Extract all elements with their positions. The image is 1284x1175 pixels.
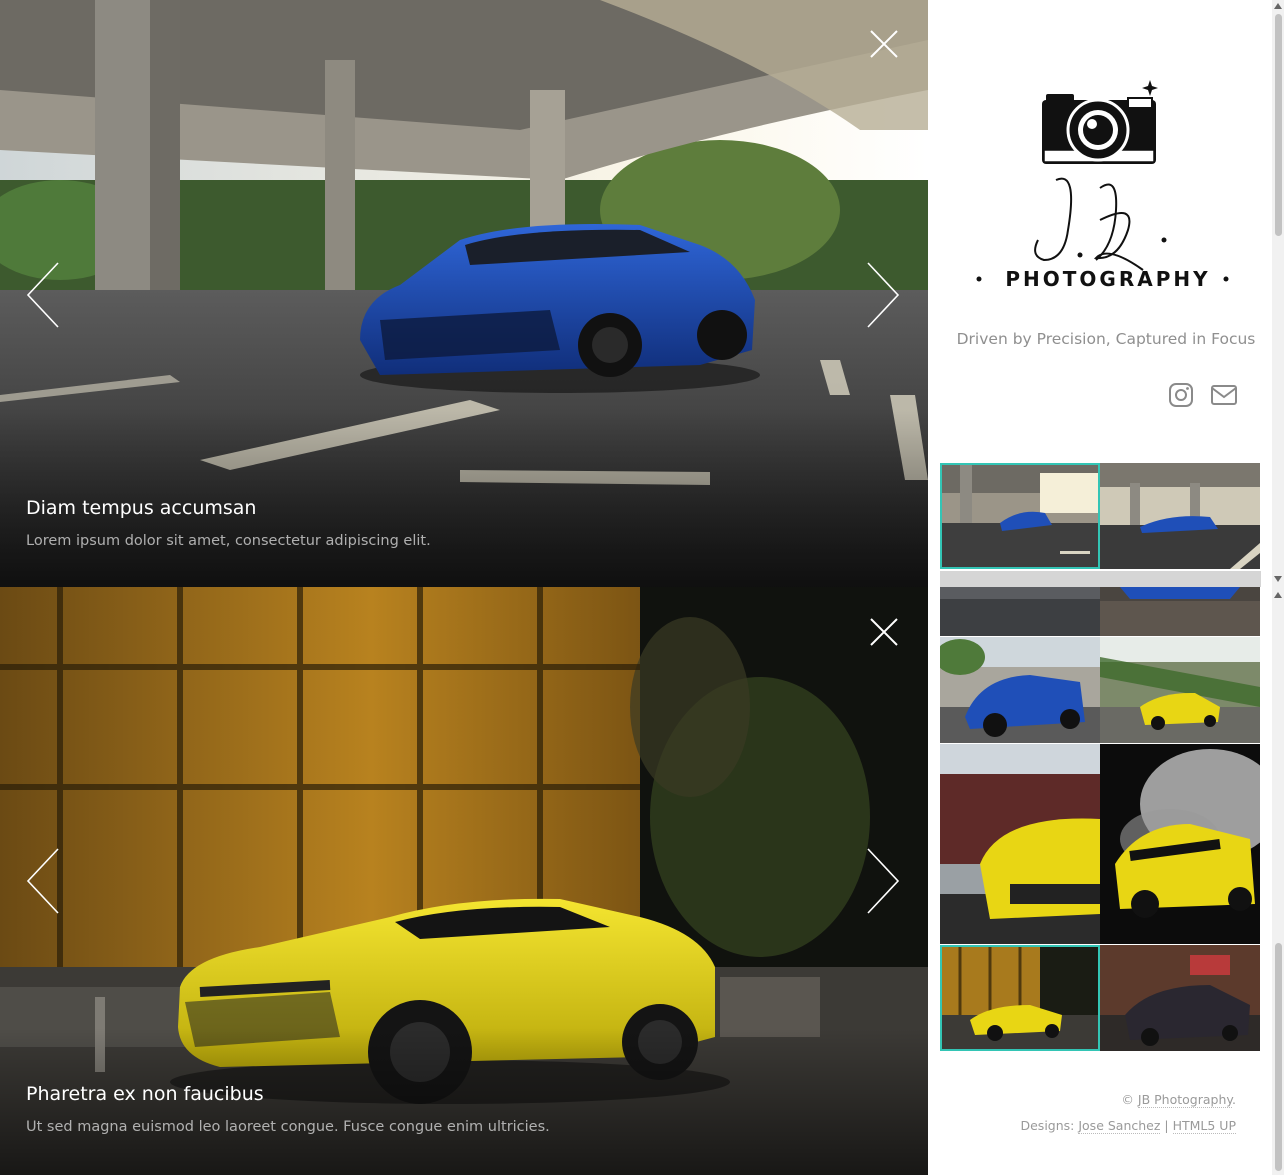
slide-description: Lorem ipsum dolor sit amet, consectetur … bbox=[26, 533, 431, 549]
scrollbar[interactable] bbox=[1272, 0, 1284, 587]
slide-viewer: Pharetra ex non faucibus Ut sed magna eu… bbox=[0, 587, 928, 1175]
sidebar: PHOTOGRAPHY Driven by Precision, Capture… bbox=[928, 0, 1284, 587]
thumbnail[interactable] bbox=[940, 945, 1100, 1051]
slide-title: Diam tempus accumsan bbox=[26, 497, 257, 519]
thumbnail[interactable] bbox=[940, 463, 1100, 569]
slide-caption: Diam tempus accumsan Lorem ipsum dolor s… bbox=[26, 497, 431, 549]
top-pane: Diam tempus accumsan Lorem ipsum dolor s… bbox=[0, 0, 1284, 587]
sidebar: © JB Photography. Designs: Jose Sanchez … bbox=[928, 587, 1284, 1175]
thumbnail[interactable] bbox=[1100, 744, 1260, 944]
tagline: Driven by Precision, Captured in Focus bbox=[956, 330, 1256, 348]
design-credits: Designs: Jose Sanchez | HTML5 UP bbox=[1020, 1118, 1236, 1134]
close-icon[interactable] bbox=[869, 617, 899, 647]
chevron-right-icon[interactable] bbox=[862, 846, 902, 916]
thumbnail[interactable] bbox=[940, 587, 1100, 636]
thumbnail[interactable] bbox=[940, 637, 1100, 743]
instagram-icon[interactable] bbox=[1168, 382, 1196, 408]
camera-icon bbox=[1042, 80, 1158, 164]
thumbnail[interactable] bbox=[1100, 637, 1260, 743]
mail-icon[interactable] bbox=[1210, 382, 1238, 408]
svg-text:PHOTOGRAPHY: PHOTOGRAPHY bbox=[1005, 267, 1210, 291]
thumbnail-row-edge bbox=[940, 571, 1261, 587]
scrollbar[interactable] bbox=[1272, 587, 1284, 1175]
close-icon[interactable] bbox=[869, 29, 899, 59]
thumbnail-grid bbox=[940, 463, 1261, 587]
slide-title: Pharetra ex non faucibus bbox=[26, 1083, 264, 1105]
thumbnail[interactable] bbox=[1100, 463, 1260, 569]
copyright: © JB Photography. bbox=[1121, 1092, 1236, 1108]
thumbnail[interactable] bbox=[940, 744, 1100, 944]
designer-link[interactable]: Jose Sanchez bbox=[1078, 1118, 1161, 1134]
social-links bbox=[1168, 382, 1238, 408]
brand-logo: PHOTOGRAPHY bbox=[968, 70, 1248, 300]
thumbnail-grid bbox=[940, 587, 1261, 1051]
copyright-link[interactable]: JB Photography bbox=[1137, 1092, 1233, 1108]
thumbnail[interactable] bbox=[1100, 587, 1260, 636]
slide-description: Ut sed magna euismod leo laoreet congue.… bbox=[26, 1119, 550, 1135]
chevron-left-icon[interactable] bbox=[24, 260, 64, 330]
chevron-left-icon[interactable] bbox=[24, 846, 64, 916]
slide-caption: Pharetra ex non faucibus Ut sed magna eu… bbox=[26, 1083, 550, 1135]
slide-viewer: Diam tempus accumsan Lorem ipsum dolor s… bbox=[0, 0, 928, 587]
thumbnail[interactable] bbox=[1100, 945, 1260, 1051]
bottom-pane: Pharetra ex non faucibus Ut sed magna eu… bbox=[0, 587, 1284, 1175]
template-link[interactable]: HTML5 UP bbox=[1172, 1118, 1236, 1134]
footer: © JB Photography. Designs: Jose Sanchez … bbox=[1020, 1087, 1236, 1139]
chevron-right-icon[interactable] bbox=[862, 260, 902, 330]
